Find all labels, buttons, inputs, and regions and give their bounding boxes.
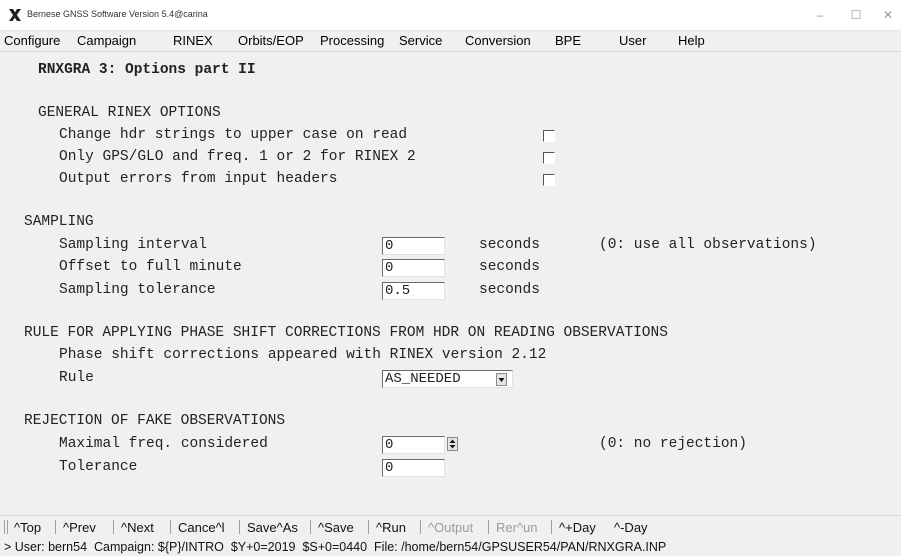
opt-upper-case-checkbox[interactable] [543, 130, 555, 142]
rejection-tolerance-label: Tolerance [59, 459, 138, 475]
toolbar-separator [4, 520, 5, 534]
menu-rinex[interactable]: RINEX [173, 33, 213, 48]
phase-heading: RULE FOR APPLYING PHASE SHIFT CORRECTION… [24, 325, 668, 341]
maxfreq-spinner[interactable] [447, 437, 458, 451]
rule-select[interactable]: AS_NEEDED [382, 370, 513, 388]
opt-output-errors-label: Output errors from input headers [59, 171, 338, 187]
menu-bar: Configure Campaign RINEX Orbits/EOP Proc… [0, 31, 901, 52]
prev-button[interactable]: ^Prev [63, 520, 96, 535]
top-button[interactable]: ^Top [14, 520, 41, 535]
opt-gps-glo-label: Only GPS/GLO and freq. 1 or 2 for RINEX … [59, 149, 416, 165]
opt-upper-case-label: Change hdr strings to upper case on read [59, 127, 408, 143]
toolbar-separator [310, 520, 311, 534]
rejection-tolerance-input[interactable]: 0 [382, 459, 445, 477]
x-logo-icon [9, 9, 21, 21]
sampling-interval-unit: seconds [479, 237, 540, 253]
page-title: RNXGRA 3: Options part II [38, 62, 256, 78]
window-title: Bernese GNSS Software Version 5.4@carina [27, 9, 208, 19]
maxfreq-label: Maximal freq. considered [59, 436, 268, 452]
menu-bpe[interactable]: BPE [555, 33, 581, 48]
sampling-interval-label: Sampling interval [59, 237, 207, 253]
rule-dropdown-button[interactable] [496, 373, 507, 386]
bottom-toolbar: ^Top ^Prev ^Next Cance^l Save^As ^Save ^… [0, 515, 901, 538]
save-button[interactable]: ^Save [318, 520, 354, 535]
toolbar-separator [7, 520, 8, 534]
sampling-tolerance-input[interactable]: 0.5 [382, 282, 445, 300]
cancel-button[interactable]: Cance^l [178, 520, 225, 535]
toolbar-separator [113, 520, 114, 534]
opt-output-errors-checkbox[interactable] [543, 174, 555, 186]
next-button[interactable]: ^Next [121, 520, 154, 535]
sampling-interval-input[interactable]: 0 [382, 237, 445, 255]
maxfreq-input[interactable]: 0 [382, 436, 445, 454]
spinner-arrows-icon [449, 439, 456, 449]
menu-conversion[interactable]: Conversion [465, 33, 531, 48]
menu-help[interactable]: Help [678, 33, 705, 48]
chevron-down-icon [498, 378, 505, 382]
offset-label: Offset to full minute [59, 259, 242, 275]
save-as-button[interactable]: Save^As [247, 520, 298, 535]
sampling-heading: SAMPLING [24, 214, 94, 230]
maximize-button[interactable]: ☐ [842, 6, 870, 24]
offset-input[interactable]: 0 [382, 259, 445, 277]
general-heading: GENERAL RINEX OPTIONS [38, 105, 221, 121]
rejection-heading: REJECTION OF FAKE OBSERVATIONS [24, 413, 286, 429]
minimize-button[interactable]: – [806, 6, 834, 24]
phase-note: Phase shift corrections appeared with RI… [59, 347, 547, 363]
toolbar-separator [551, 520, 552, 534]
menu-campaign[interactable]: Campaign [77, 33, 136, 48]
sampling-interval-note: (0: use all observations) [599, 237, 817, 253]
output-button[interactable]: ^Output [428, 520, 473, 535]
menu-orbits-eop[interactable]: Orbits/EOP [238, 33, 304, 48]
sampling-tolerance-unit: seconds [479, 282, 540, 298]
close-button[interactable]: ✕ [874, 6, 901, 24]
rerun-button[interactable]: Rer^un [496, 520, 538, 535]
minus-day-button[interactable]: ^-Day [614, 520, 648, 535]
menu-processing[interactable]: Processing [320, 33, 384, 48]
opt-gps-glo-checkbox[interactable] [543, 152, 555, 164]
toolbar-separator [488, 520, 489, 534]
plus-day-button[interactable]: ^+Day [559, 520, 596, 535]
toolbar-separator [55, 520, 56, 534]
toolbar-separator [170, 520, 171, 534]
run-button[interactable]: ^Run [376, 520, 406, 535]
menu-configure[interactable]: Configure [4, 33, 60, 48]
sampling-tolerance-label: Sampling tolerance [59, 282, 216, 298]
title-bar: Bernese GNSS Software Version 5.4@carina… [0, 0, 901, 31]
rule-label: Rule [59, 370, 94, 386]
menu-service[interactable]: Service [399, 33, 442, 48]
maxfreq-note: (0: no rejection) [599, 436, 747, 452]
menu-user[interactable]: User [619, 33, 646, 48]
toolbar-separator [420, 520, 421, 534]
status-line: > User: bern54 Campaign: ${P}/INTRO $Y+0… [4, 540, 667, 554]
toolbar-separator [368, 520, 369, 534]
offset-unit: seconds [479, 259, 540, 275]
toolbar-separator [239, 520, 240, 534]
